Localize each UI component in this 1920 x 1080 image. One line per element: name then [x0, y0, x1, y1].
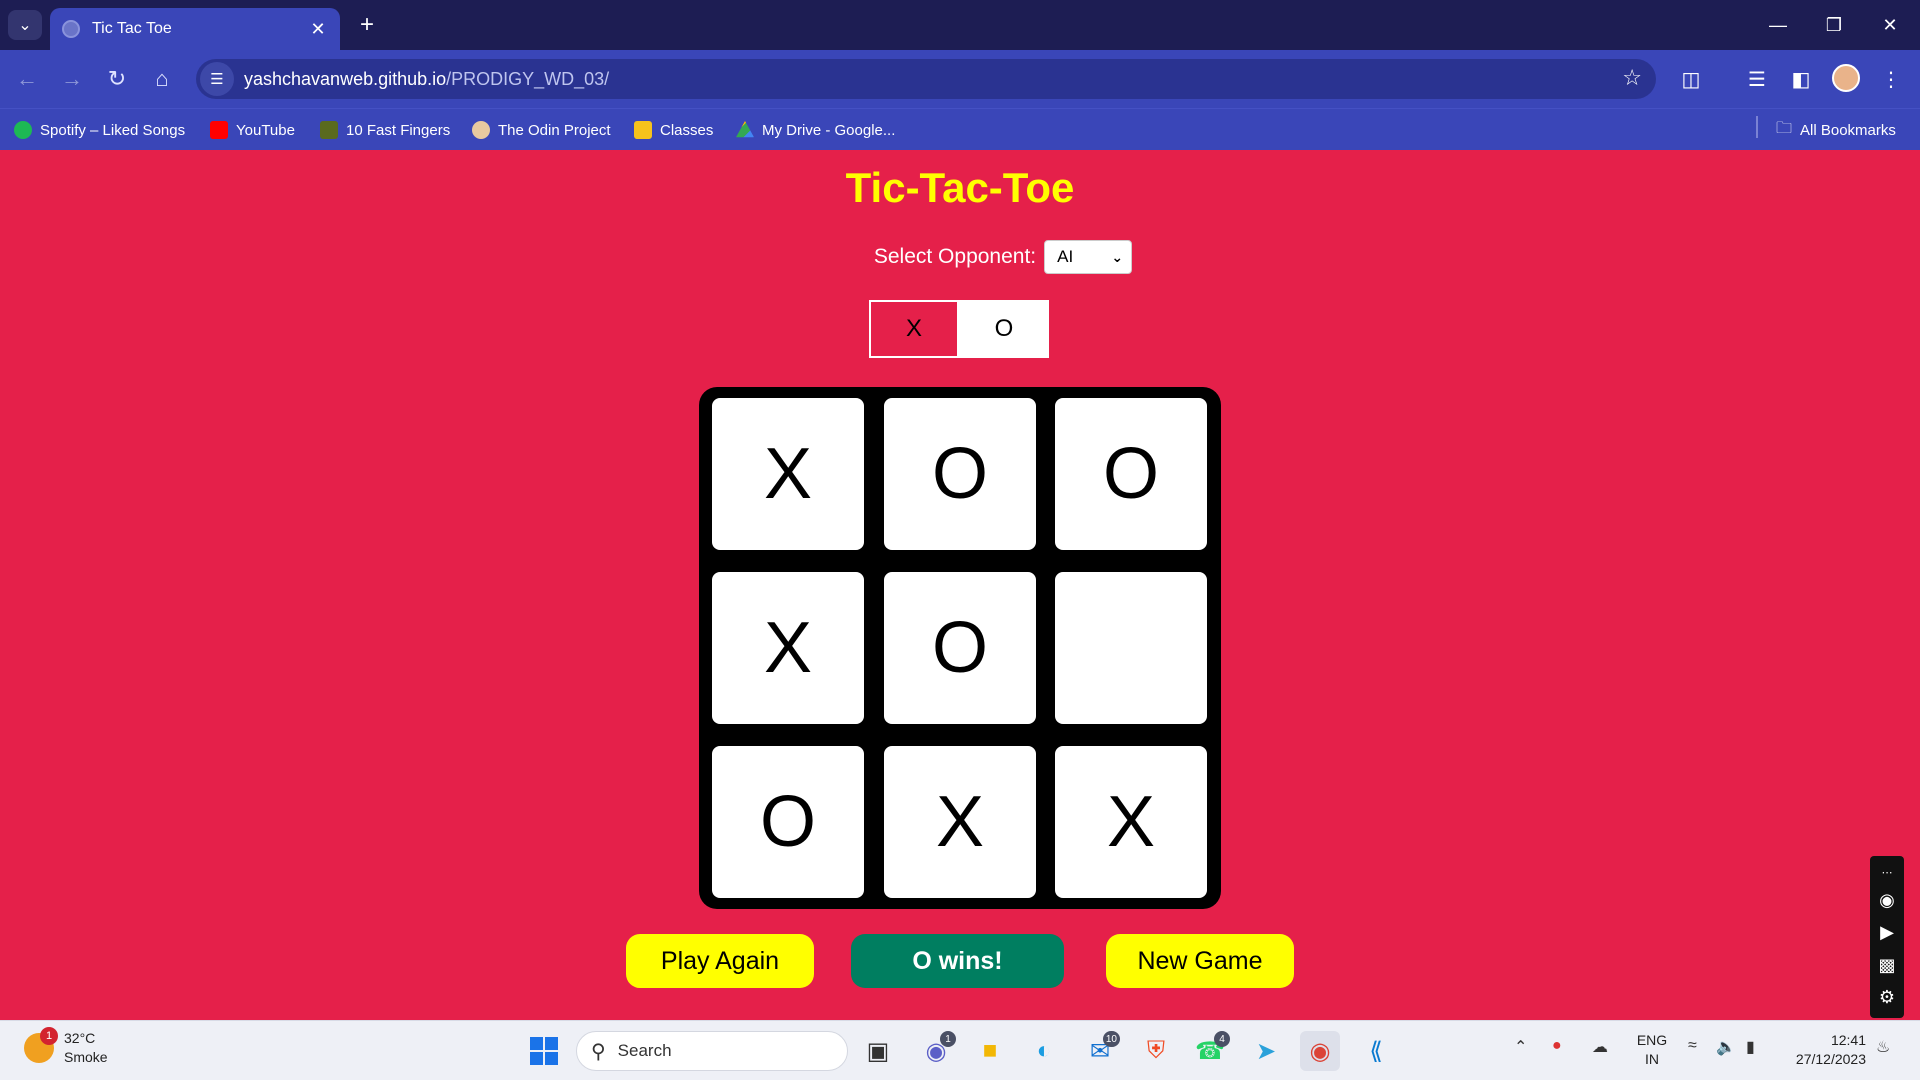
bookmark-youtube[interactable]: YouTube: [210, 118, 295, 142]
vscode-icon[interactable]: ⟪: [1356, 1031, 1396, 1071]
page-content: Tic-Tac-Toe Select Opponent: AI ⌄ X O X …: [0, 150, 1920, 1020]
bookmarks-bar: Spotify – Liked Songs YouTube 10 Fast Fi…: [0, 108, 1920, 150]
folder-icon: 🗀: [1776, 119, 1793, 137]
bookmarks-separator: [1756, 116, 1758, 138]
gear-icon[interactable]: ⚙: [1879, 987, 1895, 1008]
wifi-icon[interactable]: ≈: [1688, 1037, 1697, 1055]
site-info-icon[interactable]: ☰: [200, 62, 234, 96]
home-button[interactable]: ⌂: [145, 62, 179, 96]
browser-toolbar: ← → ↻ ⌂ ☰ yashchavanweb.github.io/PRODIG…: [0, 50, 1920, 108]
restore-button[interactable]: ❐: [1806, 0, 1862, 50]
play-again-button[interactable]: Play Again: [626, 934, 814, 988]
profile-avatar[interactable]: [1832, 64, 1860, 92]
youtube-icon: [210, 121, 228, 139]
bookmark-star-icon[interactable]: ☆: [1622, 65, 1642, 91]
back-button[interactable]: ←: [10, 62, 44, 96]
new-tab-button[interactable]: +: [352, 10, 382, 40]
opponent-label: Select Opponent:: [873, 245, 1037, 268]
chrome-icon[interactable]: ◉: [1300, 1031, 1340, 1071]
menu-kebab-icon[interactable]: ⋮: [1874, 62, 1908, 96]
chevron-down-icon: ⌄: [1111, 248, 1124, 265]
chevron-down-icon: ⌄: [18, 17, 32, 34]
weather-sun-icon: 1: [24, 1027, 58, 1063]
choose-o-button[interactable]: O: [959, 300, 1049, 358]
media-controls-icon[interactable]: ☰: [1740, 62, 1774, 96]
edge-icon[interactable]: ◐: [1024, 1031, 1064, 1071]
fast-fingers-icon: [320, 121, 338, 139]
bookmark-spotify[interactable]: Spotify – Liked Songs: [14, 118, 185, 142]
game-status-badge: O wins!: [851, 934, 1064, 988]
board-cell-5[interactable]: O: [884, 572, 1036, 724]
telegram-icon[interactable]: ➤: [1246, 1031, 1286, 1071]
board-cell-3[interactable]: O: [1055, 398, 1207, 550]
google-drive-icon: [736, 121, 754, 138]
weather-desc: Smoke: [64, 1049, 108, 1065]
choose-x-button[interactable]: X: [869, 300, 959, 358]
globe-icon: [62, 20, 80, 38]
extensions-icon[interactable]: ◫: [1674, 62, 1708, 96]
onedrive-cloud-icon[interactable]: ☁: [1592, 1037, 1608, 1057]
url-text: yashchavanweb.github.io/PRODIGY_WD_03/: [244, 68, 610, 89]
battery-icon[interactable]: ▮: [1746, 1037, 1755, 1057]
minimize-button[interactable]: —: [1750, 0, 1806, 50]
search-icon: ⚲: [591, 1040, 606, 1063]
new-game-button[interactable]: New Game: [1106, 934, 1294, 988]
board-cell-9[interactable]: X: [1055, 746, 1207, 898]
volume-icon[interactable]: 🔈: [1716, 1037, 1736, 1057]
window-capture-icon[interactable]: ▩: [1878, 955, 1895, 976]
opponent-select[interactable]: AI ⌄: [1044, 240, 1133, 274]
classroom-icon: [634, 121, 652, 139]
all-bookmarks-button[interactable]: 🗀 All Bookmarks: [1776, 118, 1896, 142]
tab-search-button[interactable]: ⌄: [8, 10, 42, 40]
bookmark-10-fast-fingers[interactable]: 10 Fast Fingers: [320, 118, 450, 142]
mail-icon[interactable]: ✉ 10: [1080, 1031, 1120, 1071]
spotify-icon: [14, 121, 32, 139]
weather-widget[interactable]: 1 32°C Smoke: [24, 1027, 108, 1067]
weather-temp: 32°C: [64, 1030, 96, 1046]
camera-icon[interactable]: ◉: [1879, 890, 1895, 911]
windows-logo-icon: [530, 1037, 558, 1065]
show-hidden-icons-chevron-icon[interactable]: ⌃: [1514, 1037, 1527, 1057]
board-cell-2[interactable]: O: [884, 398, 1036, 550]
board-cell-6[interactable]: [1055, 572, 1207, 724]
board-cell-8[interactable]: X: [884, 746, 1036, 898]
game-board: X O O X O O X X: [699, 387, 1221, 909]
browser-tab-active[interactable]: Tic Tac Toe ✕: [50, 8, 340, 50]
bookmark-classes[interactable]: Classes: [634, 118, 713, 142]
taskbar-search[interactable]: ⚲ Search: [576, 1031, 848, 1071]
screen-capture-toolbar: ⋯ ◉ ▶ ▩ ⚙: [1870, 856, 1904, 1018]
video-camera-icon[interactable]: ▶: [1880, 922, 1894, 943]
odin-project-icon: [472, 121, 490, 139]
address-bar[interactable]: ☰ yashchavanweb.github.io/PRODIGY_WD_03/…: [196, 59, 1656, 99]
bookmark-odin-project[interactable]: The Odin Project: [472, 118, 611, 142]
brave-icon[interactable]: ⛨: [1136, 1031, 1176, 1071]
security-tray-icon[interactable]: ●: [1552, 1037, 1562, 1055]
window-close-button[interactable]: ✕: [1862, 0, 1918, 50]
page-title: Tic-Tac-Toe: [845, 164, 1075, 211]
side-panel-icon[interactable]: ◧: [1784, 62, 1818, 96]
start-button[interactable]: [524, 1031, 564, 1071]
reload-button[interactable]: ↻: [100, 62, 134, 96]
pin-icon[interactable]: ⋯: [1882, 866, 1893, 879]
opponent-row: Select Opponent: AI ⌄: [0, 240, 1920, 274]
file-explorer-icon[interactable]: ■: [970, 1031, 1010, 1071]
tab-close-icon[interactable]: ✕: [308, 19, 328, 40]
whatsapp-icon[interactable]: ☎ 4: [1190, 1031, 1230, 1071]
board-cell-1[interactable]: X: [712, 398, 864, 550]
task-view-icon[interactable]: ▣: [858, 1031, 898, 1071]
weather-badge: 1: [40, 1027, 58, 1045]
windows-taskbar: 1 32°C Smoke ⚲ Search ▣ ◉ 1 ■ ◐ ✉ 10 ⛨ ☎ 4 …: [0, 1020, 1920, 1080]
tab-title: Tic Tac Toe: [92, 20, 172, 37]
board-cell-7[interactable]: O: [712, 746, 864, 898]
browser-tab-bar: ⌄ Tic Tac Toe ✕ + — ❐ ✕: [0, 0, 1920, 50]
input-language[interactable]: ENG IN: [1632, 1031, 1672, 1069]
bookmark-google-drive[interactable]: My Drive - Google...: [736, 118, 895, 142]
board-cell-4[interactable]: X: [712, 572, 864, 724]
system-clock[interactable]: 12:41 27/12/2023: [1786, 1031, 1866, 1069]
notification-bell-icon[interactable]: ♨: [1876, 1037, 1890, 1057]
forward-button[interactable]: →: [55, 62, 89, 96]
teams-icon[interactable]: ◉ 1: [916, 1031, 956, 1071]
